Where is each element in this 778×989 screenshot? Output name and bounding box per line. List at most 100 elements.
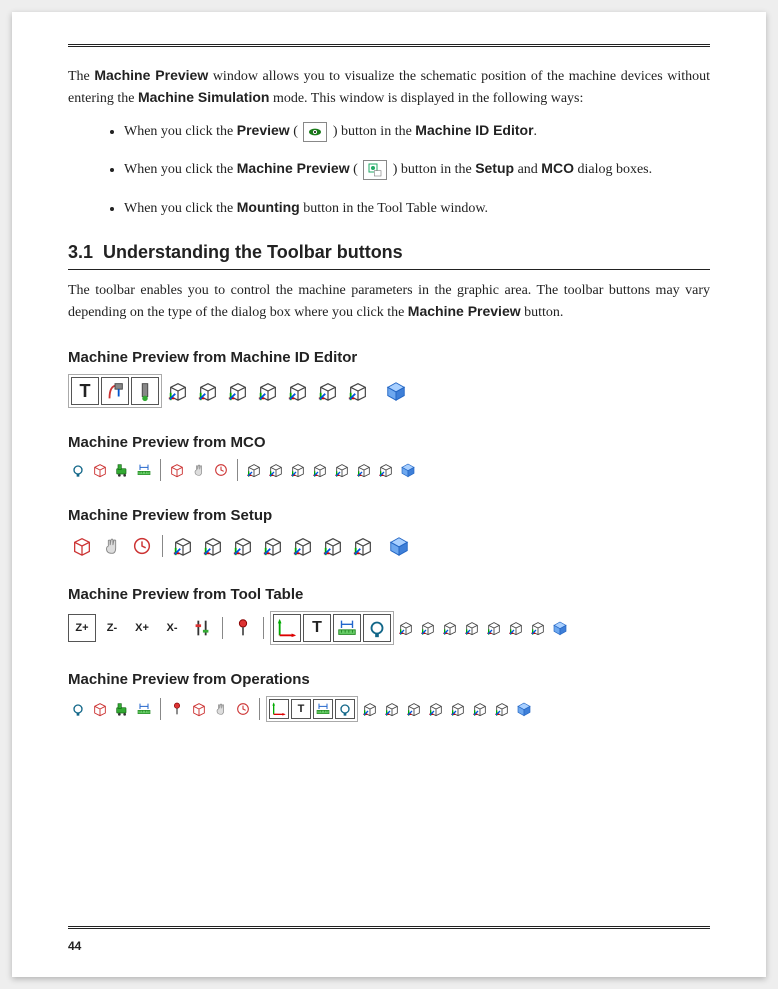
view-bottom-icon[interactable] (470, 699, 490, 719)
intro-bullet-list: When you click the Preview ( ) button in… (68, 119, 710, 220)
separator-icon (237, 459, 238, 481)
clock-icon[interactable] (128, 532, 156, 560)
x-minus-button[interactable]: X- (158, 614, 186, 642)
view-front-icon[interactable] (169, 532, 197, 560)
toolbar-operations: T (68, 696, 710, 722)
ruler-icon[interactable] (333, 614, 361, 642)
z-plus-button[interactable]: Z+ (68, 614, 96, 642)
separator-icon (222, 617, 223, 639)
view-left-icon[interactable] (404, 699, 424, 719)
text-mode-icon[interactable]: T (291, 699, 311, 719)
top-rule (68, 44, 710, 47)
stock-icon[interactable] (167, 460, 187, 480)
view-solid-icon[interactable] (550, 618, 570, 638)
bolt-mode-icon[interactable] (131, 377, 159, 405)
sub-operations: Machine Preview from Operations (68, 671, 710, 688)
view-top-icon[interactable] (289, 532, 317, 560)
axes-icon[interactable] (273, 614, 301, 642)
op-cube-icon[interactable] (90, 699, 110, 719)
bullet-mounting: When you click the Mounting button in th… (124, 196, 710, 220)
mco-gear-icon[interactable] (68, 460, 88, 480)
view-left-icon[interactable] (224, 377, 252, 405)
view-right-icon[interactable] (254, 377, 282, 405)
view-back-icon[interactable] (194, 377, 222, 405)
view-iso-icon[interactable] (349, 532, 377, 560)
view-top-icon[interactable] (284, 377, 312, 405)
view-front-icon[interactable] (360, 699, 380, 719)
slider-icon[interactable] (188, 614, 216, 642)
op-gear-icon[interactable] (68, 699, 88, 719)
view-front-icon[interactable] (396, 618, 416, 638)
clock-icon[interactable] (233, 699, 253, 719)
text-mode-icon[interactable]: T (303, 614, 331, 642)
view-front-icon[interactable] (244, 460, 264, 480)
section-desc: The toolbar enables you to control the m… (68, 280, 710, 323)
text-mode-icon[interactable]: T (71, 377, 99, 405)
stock-icon[interactable] (189, 699, 209, 719)
page-number: 44 (68, 939, 81, 953)
stock-icon[interactable] (68, 532, 96, 560)
document-page: The Machine Preview window allows you to… (12, 12, 766, 977)
view-left-icon[interactable] (229, 532, 257, 560)
machine-preview-icon (363, 160, 387, 180)
view-solid-icon[interactable] (382, 377, 410, 405)
section-rule (68, 269, 710, 270)
intro-paragraph: The Machine Preview window allows you to… (68, 65, 710, 109)
mid-group: T (270, 611, 394, 645)
view-iso-icon[interactable] (492, 699, 512, 719)
view-back-icon[interactable] (199, 532, 227, 560)
ruler-icon[interactable] (313, 699, 333, 719)
view-solid-icon[interactable] (385, 532, 413, 560)
op-machine-icon[interactable] (112, 699, 132, 719)
view-bottom-icon[interactable] (506, 618, 526, 638)
mco-cube-icon[interactable] (90, 460, 110, 480)
view-front-icon[interactable] (164, 377, 192, 405)
toolbar-tooltable: Z+ Z- X+ X- T (68, 611, 710, 645)
head-mode-icon[interactable] (101, 377, 129, 405)
pin-icon[interactable] (167, 699, 187, 719)
view-back-icon[interactable] (266, 460, 286, 480)
view-top-icon[interactable] (332, 460, 352, 480)
bullet-machine-preview: When you click the Machine Preview ( ) b… (124, 157, 710, 181)
view-bottom-icon[interactable] (314, 377, 342, 405)
sub-setup: Machine Preview from Setup (68, 507, 710, 524)
pin-icon[interactable] (229, 614, 257, 642)
view-right-icon[interactable] (259, 532, 287, 560)
z-minus-button[interactable]: Z- (98, 614, 126, 642)
hand-icon[interactable] (98, 532, 126, 560)
mco-machine-icon[interactable] (112, 460, 132, 480)
view-iso-icon[interactable] (528, 618, 548, 638)
mco-ruler-icon[interactable] (134, 460, 154, 480)
view-solid-icon[interactable] (398, 460, 418, 480)
footer-rule (68, 926, 710, 929)
view-right-icon[interactable] (310, 460, 330, 480)
gear-icon[interactable] (363, 614, 391, 642)
toolbar-mco (68, 459, 710, 481)
view-bottom-icon[interactable] (354, 460, 374, 480)
view-left-icon[interactable] (288, 460, 308, 480)
hand-icon[interactable] (211, 699, 231, 719)
view-solid-icon[interactable] (514, 699, 534, 719)
hand-icon[interactable] (189, 460, 209, 480)
separator-icon (162, 535, 163, 557)
axes-icon[interactable] (269, 699, 289, 719)
view-back-icon[interactable] (382, 699, 402, 719)
view-right-icon[interactable] (462, 618, 482, 638)
clock-icon[interactable] (211, 460, 231, 480)
view-left-icon[interactable] (440, 618, 460, 638)
toolbar-setup (68, 532, 710, 560)
x-plus-button[interactable]: X+ (128, 614, 156, 642)
view-iso-icon[interactable] (376, 460, 396, 480)
view-top-icon[interactable] (484, 618, 504, 638)
sub-tooltable: Machine Preview from Tool Table (68, 586, 710, 603)
view-right-icon[interactable] (426, 699, 446, 719)
group-modes: T (68, 374, 162, 408)
gear-icon[interactable] (335, 699, 355, 719)
bullet-preview: When you click the Preview ( ) button in… (124, 119, 710, 143)
view-bottom-icon[interactable] (319, 532, 347, 560)
op-ruler-icon[interactable] (134, 699, 154, 719)
separator-icon (160, 459, 161, 481)
view-back-icon[interactable] (418, 618, 438, 638)
view-top-icon[interactable] (448, 699, 468, 719)
view-iso-icon[interactable] (344, 377, 372, 405)
